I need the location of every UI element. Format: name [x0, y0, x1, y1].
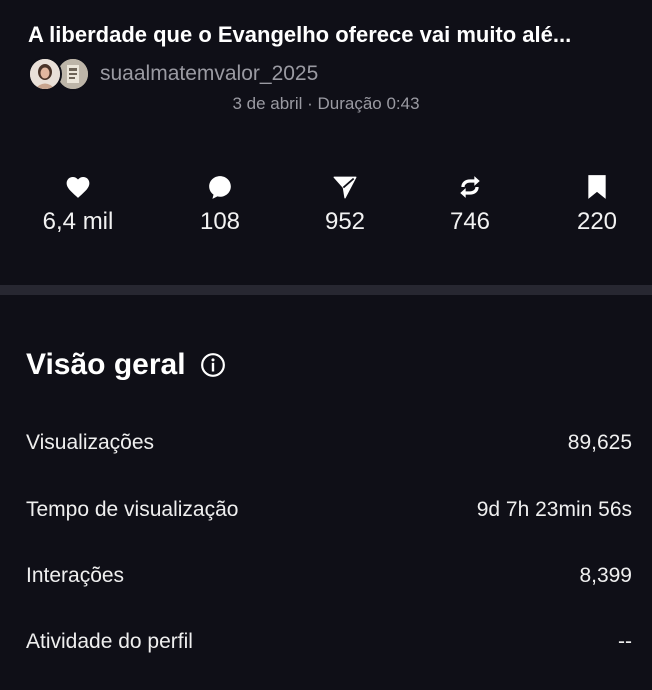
metric-row-profile-activity[interactable]: Atividade do perfil -- — [26, 627, 632, 657]
author-username[interactable]: suaalmatemvalor_2025 — [100, 62, 318, 86]
metric-label: Tempo de visualização — [26, 498, 239, 521]
shares-count: 952 — [324, 208, 366, 235]
engagement-stats: 6,4 mil 108 952 746 220 — [0, 172, 652, 252]
post-date-duration: 3 de abril · Duração 0:43 — [232, 94, 420, 113]
author-row[interactable]: suaalmatemvalor_2025 — [28, 55, 318, 93]
metric-value: 89,625 — [567, 431, 632, 454]
comment-icon — [160, 172, 280, 202]
post-title[interactable]: A liberdade que o Evangelho oferece vai … — [28, 22, 638, 48]
likes-count: 6,4 mil — [42, 208, 114, 235]
overview-heading: Visão geral — [26, 348, 226, 382]
bookmark-icon — [537, 172, 652, 202]
stat-shares[interactable]: 952 — [285, 172, 405, 236]
heart-icon — [18, 172, 138, 202]
stat-reposts[interactable]: 746 — [410, 172, 530, 236]
metric-row-views: Visualizações 89,625 — [26, 428, 632, 458]
metric-row-interactions[interactable]: Interações 8,399 — [26, 561, 632, 591]
reposts-count: 746 — [449, 208, 491, 235]
section-divider — [0, 285, 652, 295]
metric-label: Visualizações — [26, 431, 155, 454]
info-icon[interactable] — [200, 352, 226, 378]
stat-saves[interactable]: 220 — [537, 172, 652, 236]
metric-value: 9d 7h 23min 56s — [476, 498, 632, 521]
metric-value: -- — [618, 630, 632, 653]
repost-icon — [410, 172, 530, 202]
avatar-group — [28, 57, 94, 91]
stat-comments[interactable]: 108 — [160, 172, 280, 236]
stat-likes[interactable]: 6,4 mil — [18, 172, 138, 236]
metric-row-watch-time: Tempo de visualização 9d 7h 23min 56s — [26, 495, 632, 525]
send-icon — [285, 172, 405, 202]
overview-title: Visão geral — [26, 348, 186, 381]
insights-screen: A liberdade que o Evangelho oferece vai … — [0, 0, 652, 690]
metric-value: 8,399 — [579, 564, 632, 587]
metric-label: Atividade do perfil — [26, 630, 193, 653]
saves-count: 220 — [576, 208, 618, 235]
comments-count: 108 — [199, 208, 241, 235]
avatar — [28, 57, 62, 91]
metric-label: Interações — [26, 564, 125, 587]
